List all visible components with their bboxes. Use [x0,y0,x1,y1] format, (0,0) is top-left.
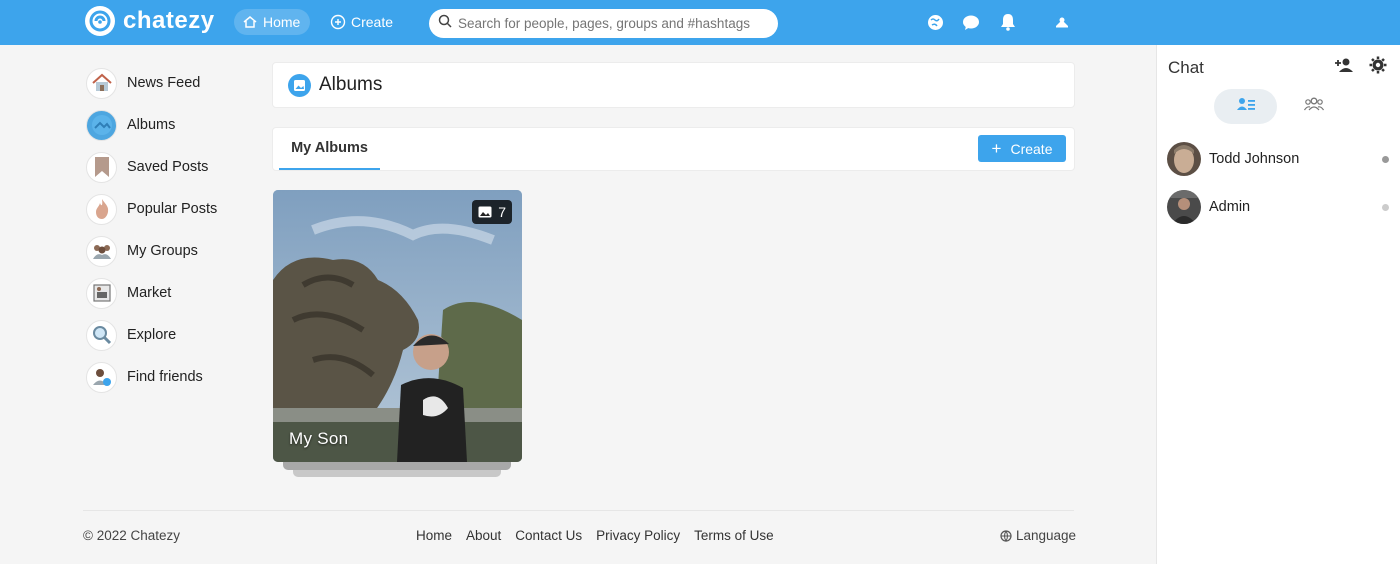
house-icon [86,67,117,99]
tab-my-albums[interactable]: My Albums [279,128,380,170]
home-icon [242,15,258,29]
footer-link-about[interactable]: About [466,528,501,543]
photo-count: 7 [498,204,506,220]
app-name: chatezy [123,7,215,34]
sidebar-item-label: Popular Posts [127,201,218,217]
find-friends-icon [86,361,117,393]
chat-bubble-icon[interactable] [962,13,980,31]
bookmark-icon [86,151,117,183]
footer-links: Home About Contact Us Privacy Policy Ter… [416,528,788,543]
search-icon [438,14,452,33]
sidebar-item-label: Market [127,285,172,301]
sidebar-item-saved-posts[interactable]: Saved Posts [86,146,217,188]
nav-create-label: Create [351,14,394,30]
chat-title: Chat [1168,58,1204,77]
sidebar-item-label: News Feed [127,75,201,91]
search-input[interactable] [458,16,768,31]
chat-panel: Chat Todd Johnson Admin [1156,45,1400,564]
gear-icon[interactable] [1369,56,1387,79]
photo-count-badge: 7 [472,200,512,224]
sidebar-item-label: Find friends [127,369,203,385]
avatar [1167,142,1201,176]
plus-icon: + [991,139,1002,158]
status-dot [1382,203,1389,211]
avatar [1167,190,1201,224]
chatezy-logo-icon [85,6,115,36]
group-icon [86,235,117,267]
contact-name: Todd Johnson [1209,151,1300,167]
sidebar-item-news-feed[interactable]: News Feed [86,62,217,104]
copyright-text: © 2022 Chatezy [83,528,181,543]
footer-link-privacy[interactable]: Privacy Policy [596,528,680,543]
status-dot [1382,155,1389,163]
albums-tabs-bar: My Albums + Create [272,127,1075,171]
globe-icon [1000,529,1012,542]
page-title: Albums [319,74,383,95]
sidebar-item-my-groups[interactable]: My Groups [86,230,217,272]
footer-link-home[interactable]: Home [416,528,452,543]
app-logo[interactable]: chatezy [85,6,215,36]
nav-home-button[interactable]: Home [234,9,311,35]
top-navigation-bar: chatezy Home Create [0,0,1400,45]
plus-circle-icon [330,14,346,30]
sidebar-item-market[interactable]: Market [86,272,217,314]
sidebar-item-explore[interactable]: Explore [86,314,217,356]
search-bar[interactable] [429,9,778,38]
albums-header: Albums [272,62,1075,108]
footer-divider [83,510,1074,511]
add-contact-icon[interactable] [1334,57,1354,78]
sidebar-item-popular-posts[interactable]: Popular Posts [86,188,217,230]
sidebar-item-find-friends[interactable]: Find friends [86,356,217,398]
market-icon [86,277,117,309]
albums-icon [86,109,117,141]
sidebar-item-label: Explore [127,327,177,343]
globe-icon[interactable] [926,13,944,31]
left-sidebar: News Feed Albums Saved Posts Popular Pos… [86,62,217,398]
image-icon [478,206,492,218]
sidebar-item-albums[interactable]: Albums [86,104,217,146]
sidebar-item-label: Albums [127,117,176,133]
album-cover-photo [273,190,522,462]
language-selector[interactable]: Language [1000,528,1076,543]
footer-link-terms[interactable]: Terms of Use [694,528,774,543]
album-card[interactable]: 7 My Son [273,190,522,462]
nav-home-label: Home [263,14,301,30]
bell-icon[interactable] [999,13,1017,31]
album-stack-shadow [283,461,511,470]
chat-contact[interactable]: Todd Johnson [1167,142,1389,176]
sidebar-item-label: My Groups [127,243,198,259]
album-title: My Son [289,429,349,448]
fire-icon [86,193,117,225]
nav-create-button[interactable]: Create [330,9,393,35]
chat-tab-contacts[interactable] [1214,89,1277,124]
profile-avatar-icon[interactable] [1053,13,1071,31]
albums-title-icon [288,73,311,97]
footer-link-contact[interactable]: Contact Us [515,528,582,543]
chat-contact[interactable]: Admin [1167,190,1389,224]
sidebar-item-label: Saved Posts [127,159,209,175]
magnifier-icon [86,319,117,351]
contact-name: Admin [1209,199,1251,215]
group-chat-icon [1303,97,1325,116]
contacts-list-icon [1236,97,1255,116]
language-label: Language [1016,528,1077,543]
chat-tab-groups[interactable] [1297,89,1331,124]
create-album-button[interactable]: + Create [978,135,1066,162]
create-album-label: Create [1010,140,1053,157]
